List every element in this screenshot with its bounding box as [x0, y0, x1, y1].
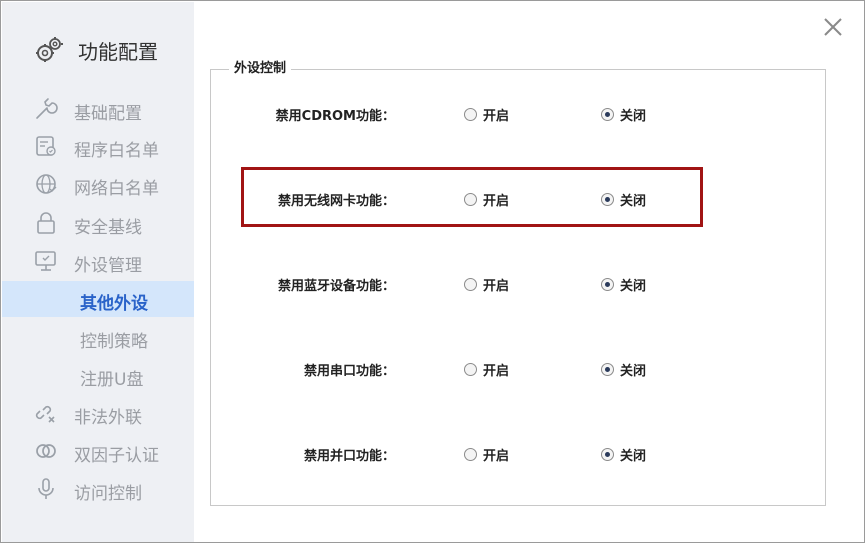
lock-icon: [34, 211, 58, 235]
row-label-cdrom: 禁用CDROM功能：: [275, 109, 395, 124]
radio-label: 关闭: [620, 109, 647, 124]
radio-dot: [601, 108, 614, 121]
sidebar-title: 功能配置: [78, 40, 158, 64]
two-factor-icon: [34, 439, 58, 463]
sidebar-item-peripheral-management[interactable]: 外设管理: [2, 243, 194, 279]
radio-bluetooth-off[interactable]: 关闭: [601, 275, 646, 294]
sidebar-header: 功能配置: [2, 28, 194, 68]
sidebar-item-network-whitelist[interactable]: 网络白名单: [2, 166, 194, 202]
sidebar-item-illegal-outreach[interactable]: 非法外联: [2, 395, 194, 431]
row-label-serial-port: 禁用串口功能：: [303, 364, 395, 379]
radio-label: 开启: [483, 109, 510, 124]
radio-cdrom-on[interactable]: 开启: [464, 105, 509, 124]
sidebar-item-register-usb[interactable]: 注册U盘: [2, 357, 194, 393]
config-dialog: 功能配置 基础配置 程序白名单 网络白名单 安全基线 外设管理 其他外设 控制策…: [0, 0, 865, 543]
sidebar-item-label: 控制策略: [80, 332, 148, 352]
radio-dot: [464, 278, 477, 291]
globe-icon: [34, 172, 58, 196]
program-list-icon: [34, 134, 58, 158]
sidebar-item-label: 基础配置: [74, 104, 142, 124]
sidebar-item-security-baseline[interactable]: 安全基线: [2, 205, 194, 241]
sidebar-item-basic-config[interactable]: 基础配置: [2, 91, 194, 127]
radio-bluetooth-on[interactable]: 开启: [464, 275, 509, 294]
row-label-parallel-port: 禁用并口功能：: [303, 449, 395, 464]
radio-dot: [601, 278, 614, 291]
sidebar-item-label: 注册U盘: [80, 370, 144, 390]
radio-dot: [464, 363, 477, 376]
sidebar-item-label: 非法外联: [74, 408, 142, 428]
group-title: 外设控制: [229, 57, 292, 76]
wrench-icon: [34, 97, 58, 121]
sidebar-item-label: 程序白名单: [74, 141, 159, 161]
gears-icon: [34, 36, 64, 64]
close-button[interactable]: [819, 13, 847, 41]
sidebar: 功能配置 基础配置 程序白名单 网络白名单 安全基线 外设管理 其他外设 控制策…: [2, 2, 194, 542]
row-label-bluetooth: 禁用蓝牙设备功能：: [277, 279, 395, 294]
sidebar-item-label: 网络白名单: [74, 179, 159, 199]
radio-dot: [601, 448, 614, 461]
highlight-box: [241, 167, 703, 227]
close-icon: [819, 18, 847, 45]
sidebar-item-label: 其他外设: [80, 294, 148, 314]
monitor-icon: [34, 249, 58, 273]
radio-dot: [464, 108, 477, 121]
radio-dot: [464, 448, 477, 461]
sidebar-item-program-whitelist[interactable]: 程序白名单: [2, 128, 194, 164]
sidebar-item-label: 安全基线: [74, 218, 142, 238]
sidebar-item-two-factor-auth[interactable]: 双因子认证: [2, 433, 194, 469]
radio-serial-port-off[interactable]: 关闭: [601, 360, 646, 379]
sidebar-item-label: 访问控制: [74, 484, 142, 504]
sidebar-item-control-policy[interactable]: 控制策略: [2, 319, 194, 355]
radio-parallel-port-on[interactable]: 开启: [464, 445, 509, 464]
radio-dot: [601, 363, 614, 376]
radio-label: 开启: [483, 279, 510, 294]
radio-parallel-port-off[interactable]: 关闭: [601, 445, 646, 464]
link-broken-icon: [34, 401, 58, 425]
microphone-icon: [34, 477, 58, 501]
sidebar-item-access-control[interactable]: 访问控制: [2, 471, 194, 507]
radio-serial-port-on[interactable]: 开启: [464, 360, 509, 379]
radio-label: 关闭: [620, 279, 647, 294]
radio-label: 关闭: [620, 364, 647, 379]
radio-label: 开启: [483, 364, 510, 379]
radio-label: 开启: [483, 449, 510, 464]
sidebar-item-other-peripherals[interactable]: 其他外设: [2, 281, 194, 317]
sidebar-item-label: 双因子认证: [74, 446, 159, 466]
radio-cdrom-off[interactable]: 关闭: [601, 105, 646, 124]
radio-label: 关闭: [620, 449, 647, 464]
sidebar-item-label: 外设管理: [74, 256, 142, 276]
